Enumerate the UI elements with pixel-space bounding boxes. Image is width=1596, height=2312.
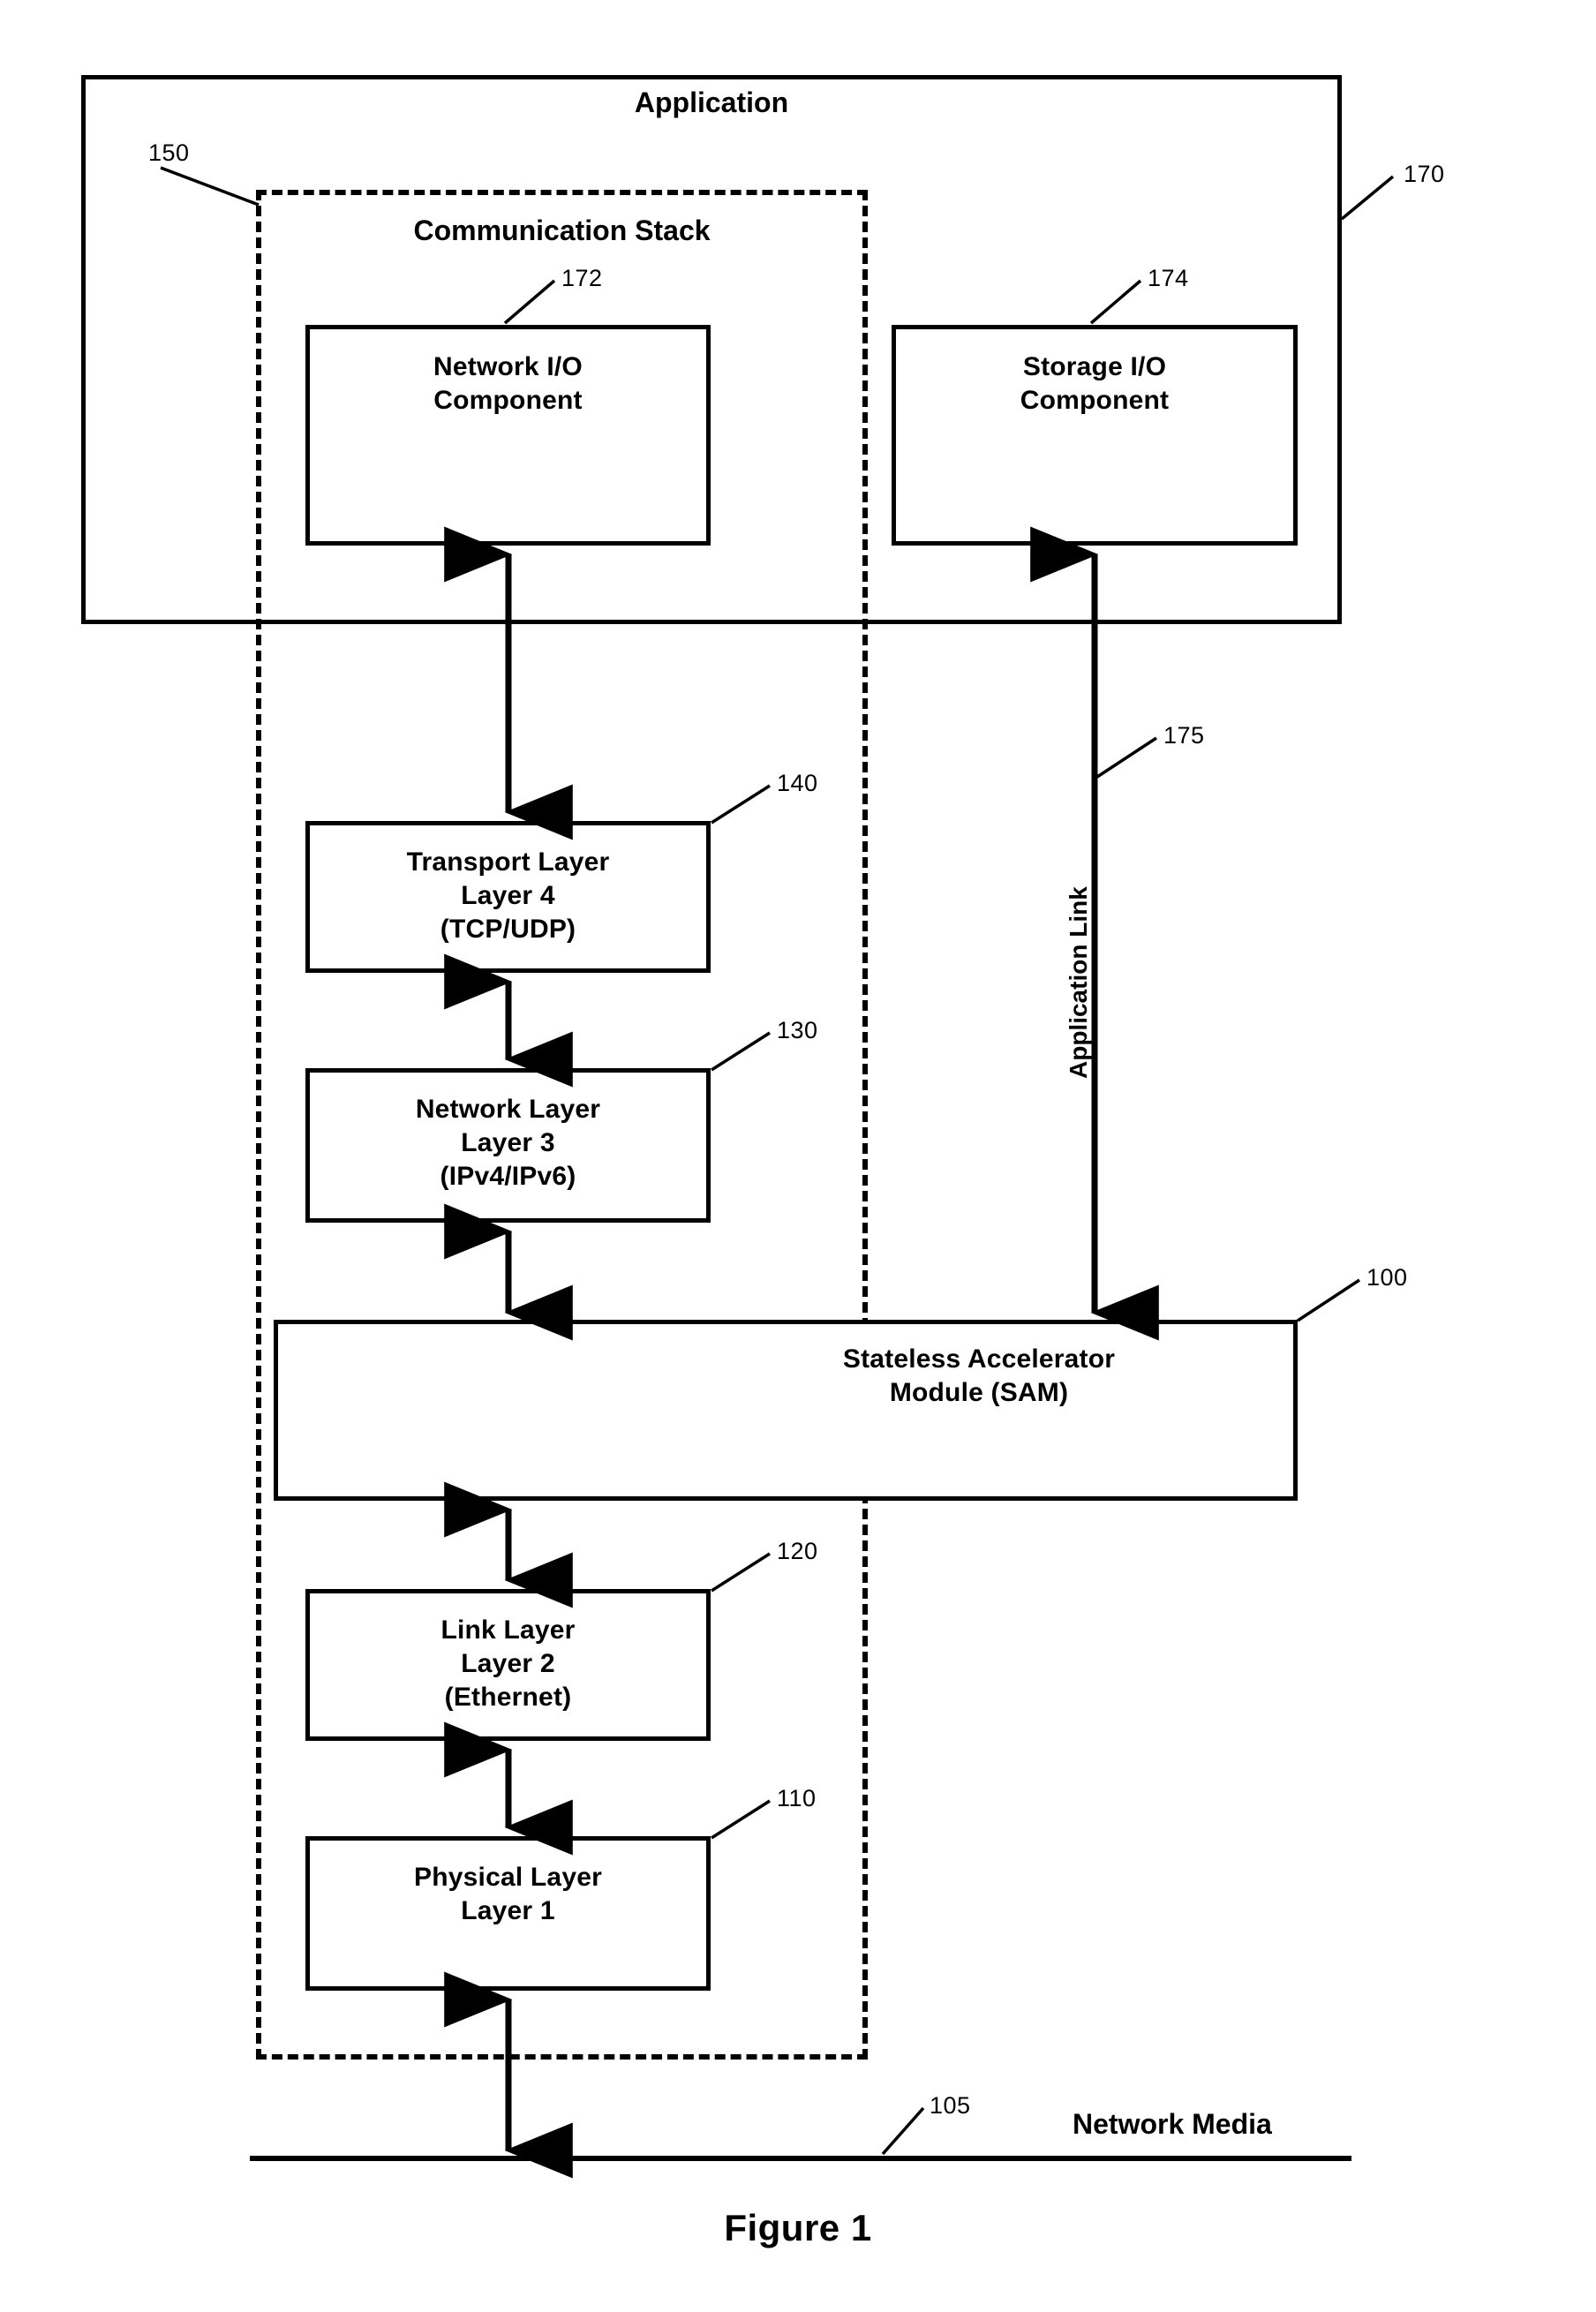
link-layer-label-line3: (Ethernet) — [444, 1683, 572, 1712]
transport-layer-label-line3: (TCP/UDP) — [440, 915, 576, 944]
link-layer-label-line2: Layer 2 — [461, 1649, 555, 1678]
physical-layer-label-line1: Physical Layer — [414, 1863, 602, 1892]
leader-100 — [1297, 1278, 1360, 1322]
communication-stack-title: Communication Stack — [413, 215, 711, 246]
ref-175: 175 — [1163, 722, 1205, 749]
storage-io-component-label-line2: Component — [1020, 386, 1170, 415]
network-io-component-label-line2: Component — [433, 386, 583, 415]
network-layer-label-line2: Layer 3 — [461, 1128, 555, 1157]
leader-175 — [1096, 736, 1157, 779]
leader-170 — [1340, 175, 1395, 221]
stateless-accelerator-module-box: Stateless Accelerator Module (SAM) — [274, 1320, 1298, 1501]
ref-130: 130 — [777, 1017, 818, 1043]
sam-label-line1: Stateless Accelerator — [842, 1344, 1116, 1374]
link-layer-label-line1: Link Layer — [440, 1615, 576, 1645]
application-link-label: Application Link — [1065, 886, 1092, 1079]
link-layer-box: Link Layer Layer 2 (Ethernet) — [305, 1589, 711, 1741]
ref-150: 150 — [148, 139, 190, 166]
network-io-component-box: Network I/O Component — [305, 325, 711, 546]
network-media-line — [250, 2156, 1351, 2161]
storage-io-component-box: Storage I/O Component — [892, 325, 1298, 546]
ref-170: 170 — [1404, 161, 1445, 187]
network-layer-label-line3: (IPv4/IPv6) — [440, 1162, 576, 1191]
transport-layer-box: Transport Layer Layer 4 (TCP/UDP) — [305, 821, 711, 973]
ref-140: 140 — [777, 770, 818, 796]
storage-io-component-label-line1: Storage I/O — [1022, 352, 1167, 381]
ref-172: 172 — [561, 265, 603, 291]
physical-layer-box: Physical Layer Layer 1 — [305, 1836, 711, 1991]
ref-100: 100 — [1366, 1264, 1408, 1291]
ref-174: 174 — [1148, 265, 1189, 291]
ref-105: 105 — [930, 2092, 971, 2119]
transport-layer-label-line1: Transport Layer — [406, 847, 610, 877]
network-media-label: Network Media — [1073, 2108, 1272, 2140]
transport-layer-label-line2: Layer 4 — [461, 881, 555, 910]
sam-label-line2: Module (SAM) — [889, 1378, 1069, 1407]
network-layer-box: Network Layer Layer 3 (IPv4/IPv6) — [305, 1068, 711, 1223]
network-layer-label-line1: Network Layer — [415, 1095, 601, 1124]
leader-105 — [881, 2106, 925, 2156]
application-title: Application — [634, 87, 789, 118]
ref-120: 120 — [777, 1538, 818, 1564]
figure-canvas: Application 170 Communication Stack 150 … — [0, 0, 1596, 2312]
physical-layer-label-line2: Layer 1 — [461, 1896, 555, 1925]
network-io-component-label-line1: Network I/O — [433, 352, 583, 381]
ref-110: 110 — [777, 1785, 817, 1811]
figure-caption: Figure 1 — [724, 2207, 872, 2248]
